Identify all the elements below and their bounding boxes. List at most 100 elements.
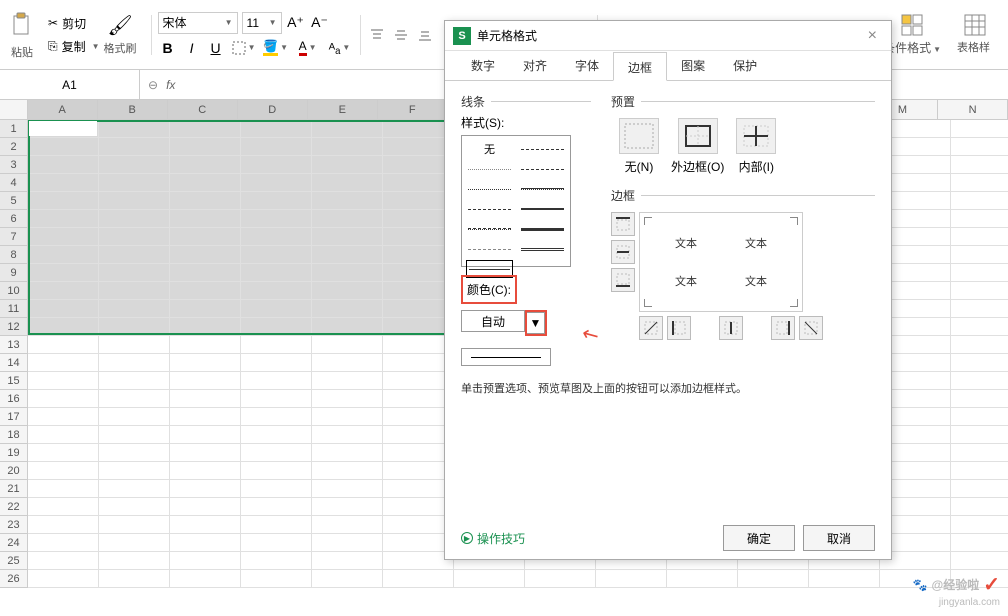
close-button[interactable]: × xyxy=(862,27,883,45)
cell[interactable] xyxy=(241,462,312,480)
cell[interactable] xyxy=(241,228,312,246)
border-right-button[interactable] xyxy=(771,316,795,340)
cell[interactable] xyxy=(241,156,312,174)
cell[interactable] xyxy=(951,408,1008,426)
row-header[interactable]: 7 xyxy=(0,228,28,246)
border-top-button[interactable] xyxy=(611,212,635,236)
line-style-option[interactable] xyxy=(519,180,566,198)
tab-align[interactable]: 对齐 xyxy=(509,51,561,80)
cell[interactable] xyxy=(99,156,170,174)
tab-number[interactable]: 数字 xyxy=(457,51,509,80)
cell[interactable] xyxy=(170,480,241,498)
row-header[interactable]: 21 xyxy=(0,480,28,498)
cell[interactable] xyxy=(951,264,1008,282)
cell[interactable] xyxy=(951,426,1008,444)
cell[interactable] xyxy=(951,462,1008,480)
row-header[interactable]: 18 xyxy=(0,426,28,444)
increase-font-button[interactable]: A⁺ xyxy=(286,13,306,33)
cell[interactable] xyxy=(170,498,241,516)
cell[interactable] xyxy=(738,570,809,588)
cell[interactable] xyxy=(170,282,241,300)
cell[interactable] xyxy=(951,156,1008,174)
fill-color-button[interactable]: 🪣 ▼ xyxy=(262,38,290,58)
cell[interactable] xyxy=(312,318,383,336)
cell[interactable] xyxy=(241,372,312,390)
cell[interactable] xyxy=(951,498,1008,516)
cell[interactable] xyxy=(241,246,312,264)
cell[interactable] xyxy=(951,138,1008,156)
cell[interactable] xyxy=(312,192,383,210)
cell[interactable] xyxy=(312,300,383,318)
cell[interactable] xyxy=(312,372,383,390)
cell[interactable] xyxy=(312,120,383,138)
cell[interactable] xyxy=(241,336,312,354)
preset-none-button[interactable] xyxy=(619,118,659,154)
cell[interactable] xyxy=(99,228,170,246)
decrease-font-button[interactable]: A⁻ xyxy=(310,13,330,33)
cell[interactable] xyxy=(170,138,241,156)
cell[interactable] xyxy=(99,534,170,552)
cell[interactable] xyxy=(99,570,170,588)
cell[interactable] xyxy=(170,228,241,246)
cell[interactable] xyxy=(28,156,99,174)
row-header[interactable]: 17 xyxy=(0,408,28,426)
font-color-button[interactable]: A ▼ xyxy=(294,38,322,58)
cell[interactable] xyxy=(312,156,383,174)
cell[interactable] xyxy=(241,480,312,498)
col-header[interactable]: D xyxy=(238,100,308,120)
cell[interactable] xyxy=(99,426,170,444)
paste-icon[interactable] xyxy=(8,10,36,42)
cell[interactable] xyxy=(454,570,525,588)
cell[interactable] xyxy=(170,210,241,228)
cell[interactable] xyxy=(99,210,170,228)
cell[interactable] xyxy=(99,444,170,462)
cell[interactable] xyxy=(312,570,383,588)
row-header[interactable]: 23 xyxy=(0,516,28,534)
cell[interactable] xyxy=(170,444,241,462)
border-bottom-button[interactable] xyxy=(611,268,635,292)
cond-format-icon[interactable] xyxy=(900,13,924,37)
row-header[interactable]: 25 xyxy=(0,552,28,570)
row-header[interactable]: 13 xyxy=(0,336,28,354)
table-style-icon[interactable] xyxy=(963,13,987,37)
align-middle-button[interactable] xyxy=(391,25,411,45)
cell[interactable] xyxy=(28,516,99,534)
cell[interactable] xyxy=(170,174,241,192)
cell[interactable] xyxy=(99,498,170,516)
row-header[interactable]: 11 xyxy=(0,300,28,318)
cell[interactable] xyxy=(241,210,312,228)
cell[interactable] xyxy=(170,336,241,354)
cell[interactable] xyxy=(99,336,170,354)
cell[interactable] xyxy=(241,264,312,282)
cell[interactable] xyxy=(170,516,241,534)
cell[interactable] xyxy=(312,534,383,552)
cell[interactable] xyxy=(170,426,241,444)
cell[interactable] xyxy=(383,570,454,588)
cell[interactable] xyxy=(170,462,241,480)
cell[interactable] xyxy=(99,372,170,390)
cell[interactable] xyxy=(170,120,241,138)
align-bottom-button[interactable] xyxy=(415,25,435,45)
border-vmid-button[interactable] xyxy=(719,316,743,340)
cell[interactable] xyxy=(99,300,170,318)
row-header[interactable]: 16 xyxy=(0,390,28,408)
cell[interactable] xyxy=(99,120,170,138)
cell[interactable] xyxy=(241,444,312,462)
cell[interactable] xyxy=(28,210,99,228)
fx-icon[interactable]: fx xyxy=(166,78,175,92)
line-style-option[interactable] xyxy=(519,220,566,238)
cell[interactable] xyxy=(951,300,1008,318)
cell[interactable] xyxy=(28,426,99,444)
cell[interactable] xyxy=(99,390,170,408)
cell[interactable] xyxy=(28,300,99,318)
cell[interactable] xyxy=(241,120,312,138)
cell[interactable] xyxy=(241,426,312,444)
underline-button[interactable]: U xyxy=(206,38,226,58)
font-name-select[interactable]: 宋体 ▼ xyxy=(158,12,238,34)
cell[interactable] xyxy=(170,264,241,282)
bold-button[interactable]: B xyxy=(158,38,178,58)
cell[interactable] xyxy=(951,174,1008,192)
cell[interactable] xyxy=(99,354,170,372)
paste-label[interactable]: 粘贴 xyxy=(11,44,33,60)
cell[interactable] xyxy=(312,336,383,354)
